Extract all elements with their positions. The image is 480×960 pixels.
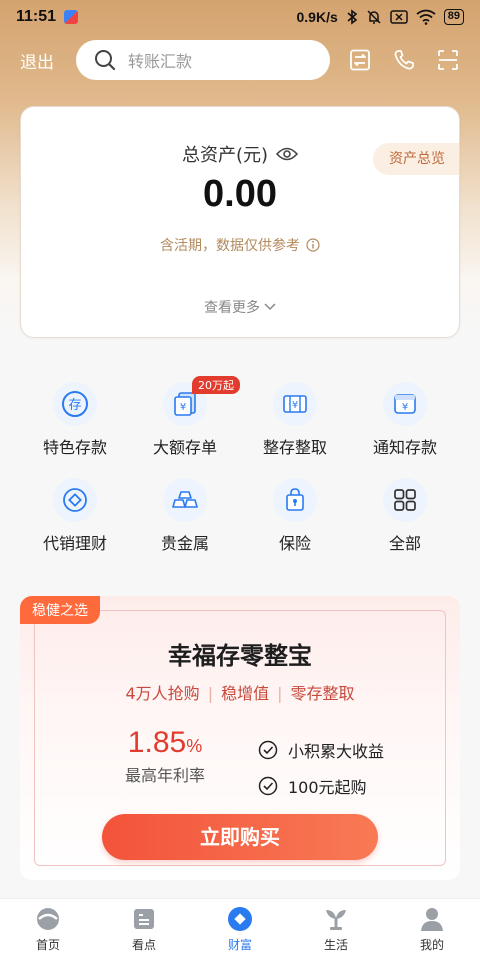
- svg-text:存: 存: [68, 398, 81, 413]
- search-bar[interactable]: 转账汇款: [76, 40, 330, 80]
- chevron-down-icon: [264, 303, 276, 311]
- check-circle-icon: [258, 776, 278, 796]
- bluetooth-icon: [347, 9, 358, 25]
- asset-note-row: 含活期，数据仅供参考: [21, 235, 459, 255]
- svg-text:¥: ¥: [292, 400, 298, 411]
- feature-item: 100元起购: [258, 768, 384, 804]
- rate-label: 最高年利率: [124, 766, 205, 785]
- separator: |: [207, 684, 214, 703]
- all-apps-icon: [383, 478, 427, 522]
- asset-card[interactable]: 总资产(元) 资产总览 0.00 含活期，数据仅供参考 查看更多: [20, 106, 460, 338]
- news-icon: [134, 909, 154, 929]
- promo-highlight: 4万人抢购: [125, 684, 200, 703]
- grid-item-special-deposit[interactable]: 存 特色存款: [20, 382, 130, 458]
- asset-note: 含活期，数据仅供参考: [160, 238, 300, 254]
- promo-highlight: 零存整取: [290, 684, 355, 703]
- deposit-icon: 存: [53, 382, 97, 426]
- see-more-button[interactable]: 查看更多: [21, 297, 459, 317]
- status-bar: 11:51 0.9K/s 89: [0, 0, 480, 34]
- rate-value-row: 1.85%: [110, 726, 220, 760]
- nav-label: 看点: [131, 938, 156, 952]
- promo-card[interactable]: 稳健之选 幸福存零整宝 4万人抢购 | 稳增值 | 零存整取 1.85% 最高年利率 小…: [20, 596, 460, 880]
- rate-unit: %: [186, 736, 203, 756]
- feature-label: 100元起购: [288, 778, 367, 797]
- product-grid: 存 特色存款 ¥ 20万起 大额存单 ¥ 整存整取 ¥ 通知存款 代销理财 贵金…: [20, 376, 460, 554]
- status-right: 0.9K/s 89: [296, 9, 464, 25]
- nav-news[interactable]: 看点: [96, 899, 192, 960]
- battery-indicator: 89: [443, 9, 464, 25]
- buy-now-button[interactable]: 立即购买: [102, 814, 378, 860]
- grid-label: 贵金属: [160, 534, 209, 553]
- grid-label: 代销理财: [42, 534, 107, 553]
- grid-label: 大额存单: [152, 438, 217, 457]
- info-icon[interactable]: [306, 238, 320, 252]
- grid-item-wealth-products[interactable]: 代销理财: [20, 478, 130, 554]
- svg-text:¥: ¥: [402, 402, 408, 413]
- promo-highlights: 4万人抢购 | 稳增值 | 零存整取: [20, 680, 460, 704]
- insurance-icon: [273, 478, 317, 522]
- lump-sum-icon: ¥: [273, 382, 317, 426]
- asset-value: 0.00: [203, 173, 277, 215]
- sim-off-icon: [390, 10, 408, 24]
- min-amount-badge: 20万起: [192, 376, 240, 394]
- scan-icon[interactable]: [436, 48, 460, 72]
- search-icon: [95, 50, 116, 71]
- feature-list: 小积累大收益 100元起购: [258, 732, 384, 804]
- rate-block: 1.85% 最高年利率: [110, 726, 220, 786]
- app-notification-icon: [64, 10, 79, 24]
- home-icon: [37, 908, 59, 930]
- grid-item-large-certificate[interactable]: ¥ 20万起 大额存单: [130, 376, 240, 458]
- nav-label: 我的: [419, 938, 444, 952]
- top-header: 退出 转账汇款: [0, 38, 480, 82]
- profile-icon: [421, 908, 443, 931]
- grid-item-precious-metals[interactable]: 贵金属: [130, 478, 240, 554]
- notice-deposit-icon: ¥: [383, 382, 427, 426]
- feature-label: 小积累大收益: [288, 742, 385, 761]
- feature-item: 小积累大收益: [258, 732, 384, 768]
- promo-tag: 稳健之选: [20, 596, 100, 624]
- wealth-nav-icon: [228, 907, 252, 931]
- nav-wealth[interactable]: 财富: [192, 899, 288, 960]
- bottom-nav: 首页 看点 财富 生活 我的: [0, 898, 480, 960]
- grid-item-lump-sum[interactable]: ¥ 整存整取: [240, 382, 350, 458]
- header-actions: [348, 48, 460, 72]
- nav-label: 生活: [323, 938, 348, 952]
- nav-home[interactable]: 首页: [0, 899, 96, 960]
- logout-button[interactable]: 退出: [20, 48, 76, 73]
- check-circle-icon: [258, 740, 278, 760]
- nav-life[interactable]: 生活: [288, 899, 384, 960]
- nav-label: 财富: [227, 938, 252, 952]
- grid-item-all[interactable]: 全部: [350, 478, 460, 554]
- grid-label: 特色存款: [42, 438, 107, 457]
- promo-highlight: 稳增值: [221, 684, 270, 703]
- mute-icon: [367, 10, 381, 24]
- network-speed: 0.9K/s: [296, 9, 338, 25]
- grid-label: 整存整取: [262, 438, 327, 457]
- search-placeholder: 转账汇款: [128, 52, 193, 71]
- phone-icon[interactable]: [392, 48, 416, 72]
- asset-overview-button[interactable]: 资产总览: [373, 143, 459, 175]
- grid-item-insurance[interactable]: 保险: [240, 478, 350, 554]
- nav-profile[interactable]: 我的: [384, 899, 480, 960]
- wifi-icon: [416, 9, 436, 25]
- eye-icon[interactable]: [276, 146, 299, 162]
- grid-item-notice-deposit[interactable]: ¥ 通知存款: [350, 382, 460, 458]
- grid-label: 保险: [278, 534, 311, 553]
- transfer-icon[interactable]: [348, 48, 372, 72]
- wealth-icon: [53, 478, 97, 522]
- separator: |: [277, 684, 283, 703]
- svg-text:¥: ¥: [180, 402, 186, 413]
- gold-bars-icon: [163, 478, 207, 522]
- grid-label: 全部: [388, 534, 421, 553]
- rate-value: 1.85: [127, 726, 187, 759]
- nav-label: 首页: [35, 938, 60, 952]
- asset-title: 总资产(元): [181, 145, 269, 166]
- grid-label: 通知存款: [372, 438, 437, 457]
- see-more-label: 查看更多: [204, 300, 260, 316]
- status-time: 11:51: [16, 8, 57, 25]
- promo-title: 幸福存零整宝: [168, 642, 312, 670]
- life-icon: [326, 910, 346, 930]
